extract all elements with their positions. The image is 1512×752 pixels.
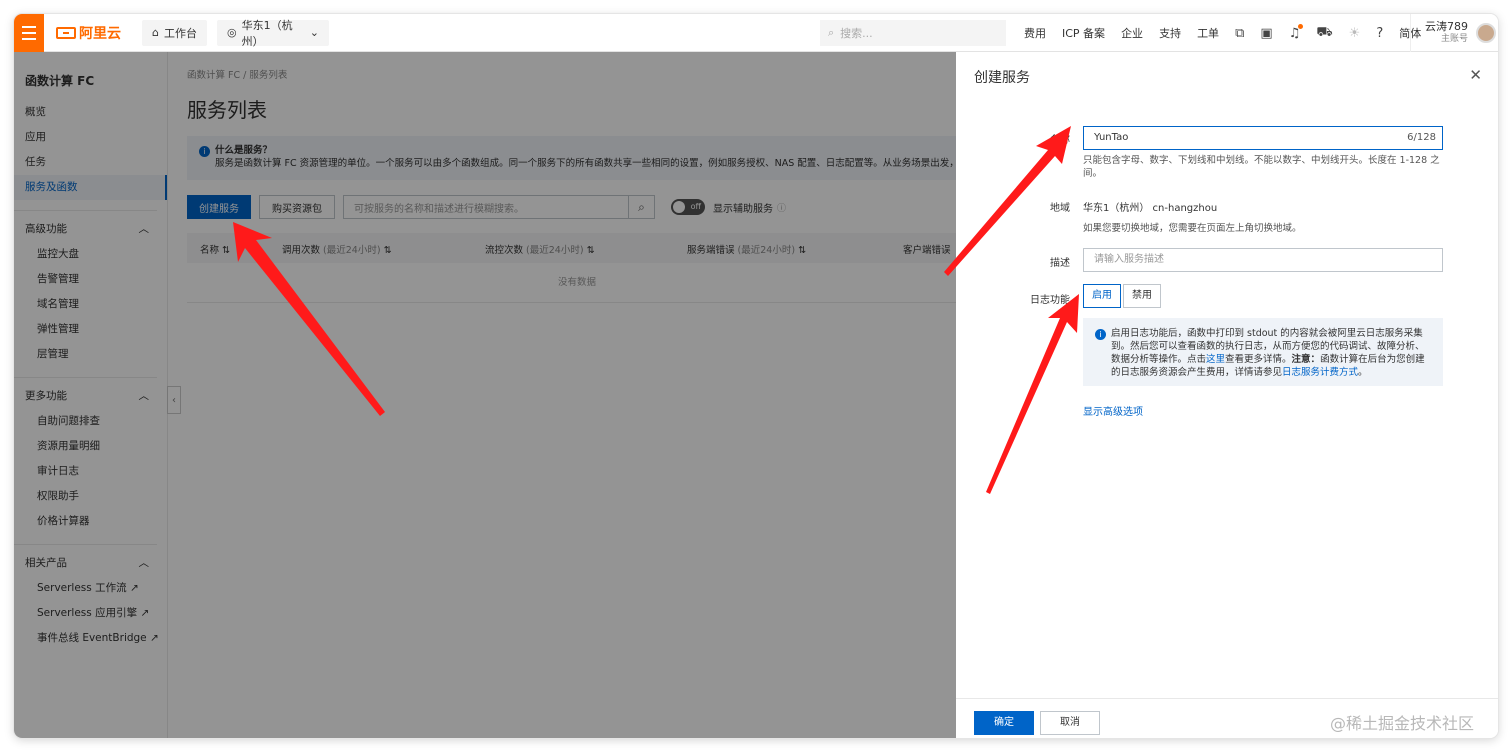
watermark: @稀土掘金技术社区 bbox=[1330, 714, 1475, 733]
workbench-button[interactable]: ⌂ 工作台 bbox=[142, 19, 207, 46]
help-icon[interactable]: ? bbox=[1376, 26, 1383, 41]
top-navigation-bar: 阿里云 ⌂ 工作台 ◎ 华东1（杭州） ⌄ ⌕ 搜索... 费用 ICP 备案 企业 支… bbox=[14, 14, 1498, 52]
link-icp[interactable]: ICP 备案 bbox=[1062, 25, 1105, 41]
cart-icon[interactable]: ⛟ bbox=[1316, 25, 1332, 42]
bell-icon[interactable]: ♫ bbox=[1289, 23, 1304, 41]
notification-dot bbox=[1298, 23, 1304, 29]
log-details-link[interactable]: 这里 bbox=[1206, 354, 1225, 365]
log-info-text: 。 bbox=[1358, 367, 1368, 378]
user-names: 云涛789 主账号 bbox=[1425, 20, 1468, 46]
log-info-note: 注意： bbox=[1291, 354, 1321, 365]
logging-label: 日志功能 bbox=[1030, 295, 1070, 306]
create-service-drawer: 创建服务 ✕ 名称 YunTao 6/128 只能包含字母、数字、下划线和中划线… bbox=[956, 52, 1498, 738]
region-value: 华东1（杭州） cn-hangzhou bbox=[1083, 203, 1218, 214]
link-ticket[interactable]: 工单 bbox=[1197, 25, 1219, 41]
description-label: 描述 bbox=[1050, 258, 1070, 269]
drawer-title: 创建服务 bbox=[974, 70, 1030, 86]
link-billing[interactable]: 费用 bbox=[1024, 25, 1046, 41]
home-icon: ⌂ bbox=[152, 26, 159, 39]
aliyun-logo[interactable]: 阿里云 bbox=[56, 23, 128, 43]
location-icon: ◎ bbox=[226, 26, 237, 39]
menu-icon[interactable] bbox=[14, 14, 44, 52]
workbench-label: 工作台 bbox=[163, 26, 197, 40]
user-name: 云涛789 bbox=[1425, 20, 1468, 33]
service-name-input[interactable]: YunTao 6/128 bbox=[1083, 126, 1443, 150]
code-icon[interactable]: ⧉ bbox=[1235, 26, 1244, 41]
browser-window: 阿里云 ⌂ 工作台 ◎ 华东1（杭州） ⌄ ⌕ 搜索... 费用 ICP 备案 企业 支… bbox=[14, 14, 1498, 738]
search-icon: ⌕ bbox=[828, 26, 835, 39]
name-char-count: 6/128 bbox=[1407, 132, 1436, 143]
logo-mark-icon bbox=[56, 26, 76, 39]
region-help-text: 如果您要切换地域，您需要在页面左上角切换地域。 bbox=[1083, 223, 1302, 234]
logging-disable-button[interactable]: 禁用 bbox=[1123, 284, 1161, 308]
description-placeholder: 请输入服务描述 bbox=[1094, 254, 1164, 265]
show-advanced-options-link[interactable]: 显示高级选项 bbox=[1083, 403, 1143, 418]
topbar-links: 费用 ICP 备案 企业 支持 工单 ⧉ ▣ ♫ ⛟ ☀ ? 简体 bbox=[1024, 14, 1421, 52]
log-billing-link[interactable]: 日志服务计费方式 bbox=[1282, 367, 1358, 378]
confirm-button[interactable]: 确定 bbox=[974, 711, 1034, 735]
user-role: 主账号 bbox=[1440, 34, 1468, 44]
terminal-icon[interactable]: ▣ bbox=[1260, 26, 1272, 41]
avatar[interactable] bbox=[1476, 23, 1496, 43]
region-label: 华东1（杭州） bbox=[241, 18, 293, 48]
name-help-text: 只能包含字母、数字、下划线和中划线。不能以数字、中划线开头。长度在 1-128 … bbox=[1083, 155, 1440, 179]
name-label: 名称 bbox=[1050, 135, 1070, 146]
close-icon[interactable]: ✕ bbox=[1469, 66, 1482, 84]
user-menu[interactable]: 云涛789 主账号 bbox=[1410, 14, 1498, 52]
modal-backdrop[interactable] bbox=[14, 52, 956, 738]
log-info-text: 查看更多详情。 bbox=[1225, 354, 1292, 365]
link-enterprise[interactable]: 企业 bbox=[1121, 25, 1143, 41]
lightbulb-icon[interactable]: ☀ bbox=[1349, 26, 1361, 41]
global-search-input[interactable]: ⌕ 搜索... bbox=[820, 20, 1006, 46]
logging-info-box: i 启用日志功能后，函数中打印到 stdout 的内容就会被阿里云日志服务采集到… bbox=[1083, 318, 1443, 386]
cancel-button[interactable]: 取消 bbox=[1040, 711, 1100, 735]
service-description-input[interactable]: 请输入服务描述 bbox=[1083, 248, 1443, 272]
chevron-down-icon: ⌄ bbox=[309, 26, 319, 39]
name-value: YunTao bbox=[1094, 132, 1129, 143]
logo-text: 阿里云 bbox=[79, 25, 121, 42]
link-support[interactable]: 支持 bbox=[1159, 25, 1181, 41]
region-selector[interactable]: ◎ 华东1（杭州） ⌄ bbox=[216, 18, 329, 48]
logging-enable-button[interactable]: 启用 bbox=[1083, 284, 1121, 308]
region-label: 地域 bbox=[1050, 203, 1070, 214]
info-icon: i bbox=[1095, 329, 1106, 340]
search-placeholder: 搜索... bbox=[840, 27, 873, 40]
